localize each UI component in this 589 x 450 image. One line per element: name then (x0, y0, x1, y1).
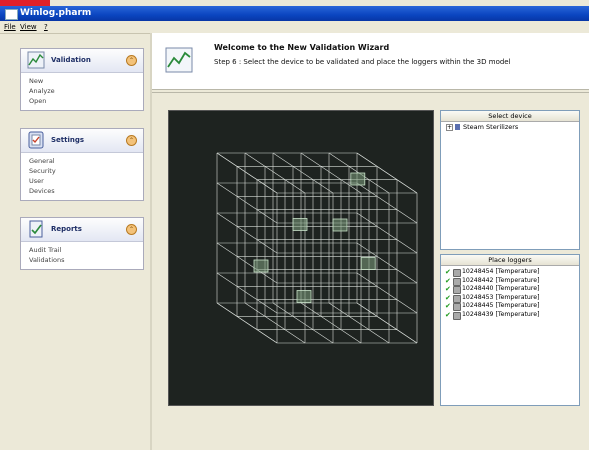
validation-panel-header[interactable]: Validation ⌃ (21, 49, 143, 73)
grid-line (216, 302, 278, 344)
grid-line (244, 152, 306, 194)
grid-line (356, 212, 418, 254)
nav-item-new[interactable]: New (29, 76, 143, 86)
logger-cube[interactable] (360, 257, 376, 270)
device-icon (455, 124, 460, 130)
logger-cube[interactable] (296, 290, 312, 303)
reports-panel-title: Reports (51, 225, 82, 233)
logger-cube[interactable] (332, 218, 348, 232)
settings-panel-header[interactable]: Settings ⌃ (21, 129, 143, 153)
validation-panel: Validation ⌃ New Analyze Open (20, 48, 144, 111)
collapse-chevron-icon[interactable]: ⌃ (126, 55, 137, 66)
logger-label: 10248445 [Temperature] (462, 302, 540, 309)
window-title: Winlog.pharm (20, 8, 92, 18)
checkmark-icon: ✔ (445, 285, 451, 293)
place-loggers-panel: Place loggers ✔ 10248454 [Temperature] ✔ 1… (440, 254, 580, 406)
menu-help[interactable]: ? (44, 22, 48, 32)
device-tree-item[interactable]: + Steam Sterilizers (441, 122, 579, 132)
select-device-panel: Select device + Steam Sterilizers (440, 110, 580, 250)
chart-icon (27, 51, 45, 69)
report-icon (29, 220, 43, 238)
grid-line (356, 152, 418, 194)
grid-line (272, 152, 334, 194)
grid-line (300, 302, 362, 344)
checkmark-icon: ✔ (445, 293, 451, 302)
checkmark-icon: ✔ (445, 302, 451, 310)
logger-item[interactable]: ✔ 10248442 [Temperature] (441, 277, 579, 286)
logger-cube[interactable] (292, 218, 308, 231)
nav-item-user[interactable]: User (29, 176, 143, 186)
menu-file[interactable]: File (4, 22, 16, 32)
reports-panel: Reports ⌃ Audit Trail Validations (20, 217, 144, 270)
wizard-header: Welcome to the New Validation Wizard Ste… (152, 33, 589, 90)
grid-line (328, 302, 390, 344)
logger-item[interactable]: ✔ 10248453 [Temperature] (441, 294, 579, 303)
logger-label: 10248442 [Temperature] (462, 276, 540, 284)
3d-model-viewport[interactable] (168, 110, 434, 406)
logger-item[interactable]: ✔ 10248454 [Temperature] (441, 268, 579, 277)
nav-item-general[interactable]: General (29, 156, 143, 166)
checkmark-icon: ✔ (445, 310, 451, 319)
nav-item-validations[interactable]: Validations (29, 255, 143, 265)
nav-item-audit-trail[interactable]: Audit Trail (29, 245, 143, 255)
pane-splitter[interactable] (150, 33, 152, 450)
settings-panel-title: Settings (51, 136, 85, 144)
checkmark-icon: ✔ (445, 276, 451, 285)
grid-line (216, 272, 278, 314)
logger-item[interactable]: ✔ 10248440 [Temperature] (441, 285, 579, 294)
grid-line (216, 212, 278, 254)
grid-line (356, 182, 418, 224)
place-loggers-header: Place loggers (441, 255, 579, 266)
checkmark-icon: ✔ (445, 268, 451, 276)
logger-item[interactable]: ✔ 10248445 [Temperature] (441, 302, 579, 311)
logger-label: 10248454 [Temperature] (462, 268, 540, 275)
wizard-step-text: Step 6 : Select the device to be validat… (214, 58, 511, 66)
separator (152, 92, 589, 93)
menu-view[interactable]: View (20, 22, 37, 32)
logger-label: 10248439 [Temperature] (462, 310, 540, 318)
grid-line (272, 302, 334, 344)
chart-icon (165, 47, 193, 73)
logger-icon (453, 311, 461, 320)
logger-cube[interactable] (350, 172, 366, 186)
nav-item-analyze[interactable]: Analyze (29, 86, 143, 96)
device-label: Steam Sterilizers (463, 123, 519, 131)
collapse-chevron-icon[interactable]: ⌃ (126, 135, 137, 146)
reports-panel-header[interactable]: Reports ⌃ (21, 218, 143, 242)
nav-item-security[interactable]: Security (29, 166, 143, 176)
nav-item-open[interactable]: Open (29, 96, 143, 106)
app-icon (5, 9, 18, 20)
validation-panel-title: Validation (51, 56, 91, 64)
settings-icon (28, 131, 44, 149)
grid-line (216, 182, 278, 224)
collapse-chevron-icon[interactable]: ⌃ (126, 224, 137, 235)
navigation-pane: Validation ⌃ New Analyze Open Settings ⌃… (8, 36, 148, 450)
settings-panel: Settings ⌃ General Security User Devices (20, 128, 144, 201)
grid-line (244, 302, 306, 344)
nav-item-devices[interactable]: Devices (29, 186, 143, 196)
grid-line (216, 152, 278, 194)
logger-label: 10248440 [Temperature] (462, 285, 540, 292)
logger-label: 10248453 [Temperature] (462, 293, 540, 301)
title-bar[interactable]: Winlog.pharm (0, 6, 589, 21)
expand-icon[interactable]: + (446, 124, 453, 131)
logger-cube[interactable] (253, 259, 269, 273)
select-device-header: Select device (441, 111, 579, 122)
grid-line (356, 272, 418, 314)
3d-grid-model[interactable] (169, 111, 433, 405)
logger-item[interactable]: ✔ 10248439 [Temperature] (441, 311, 579, 320)
grid-line (356, 302, 418, 344)
wizard-title: Welcome to the New Validation Wizard (214, 43, 390, 52)
